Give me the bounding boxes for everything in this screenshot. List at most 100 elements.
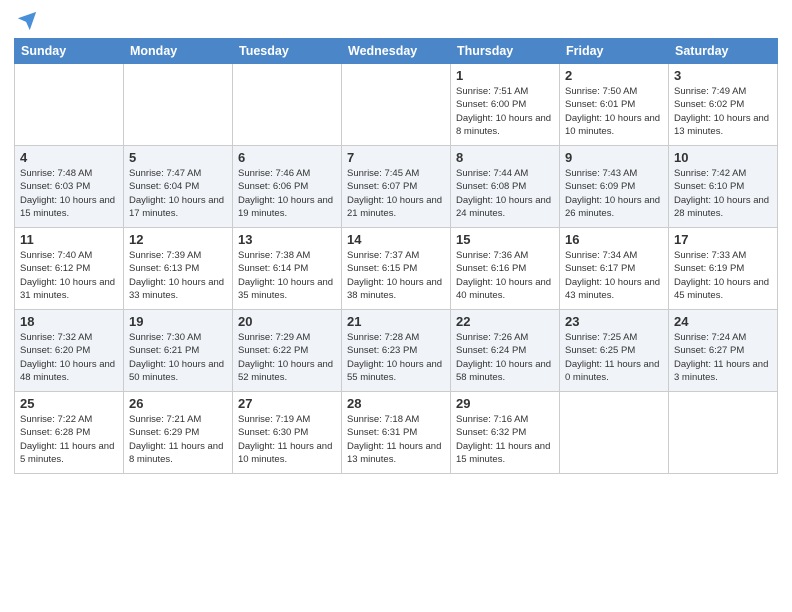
day-info: Sunrise: 7:46 AM Sunset: 6:06 PM Dayligh…	[238, 167, 336, 220]
day-header-thursday: Thursday	[451, 39, 560, 64]
day-header-wednesday: Wednesday	[342, 39, 451, 64]
day-info: Sunrise: 7:22 AM Sunset: 6:28 PM Dayligh…	[20, 413, 118, 466]
day-info: Sunrise: 7:37 AM Sunset: 6:15 PM Dayligh…	[347, 249, 445, 302]
calendar-cell: 7 Sunrise: 7:45 AM Sunset: 6:07 PM Daylig…	[342, 146, 451, 228]
calendar-cell: 2 Sunrise: 7:50 AM Sunset: 6:01 PM Daylig…	[560, 64, 669, 146]
day-header-friday: Friday	[560, 39, 669, 64]
calendar-cell: 4 Sunrise: 7:48 AM Sunset: 6:03 PM Daylig…	[15, 146, 124, 228]
day-info: Sunrise: 7:16 AM Sunset: 6:32 PM Dayligh…	[456, 413, 554, 466]
calendar-cell	[560, 392, 669, 474]
calendar-cell	[342, 64, 451, 146]
calendar-cell: 13 Sunrise: 7:38 AM Sunset: 6:14 PM Dayli…	[233, 228, 342, 310]
day-number: 25	[20, 396, 118, 411]
day-number: 15	[456, 232, 554, 247]
day-info: Sunrise: 7:50 AM Sunset: 6:01 PM Dayligh…	[565, 85, 663, 138]
day-info: Sunrise: 7:26 AM Sunset: 6:24 PM Dayligh…	[456, 331, 554, 384]
calendar-cell	[669, 392, 778, 474]
day-number: 29	[456, 396, 554, 411]
day-info: Sunrise: 7:33 AM Sunset: 6:19 PM Dayligh…	[674, 249, 772, 302]
calendar-table: SundayMondayTuesdayWednesdayThursdayFrid…	[14, 38, 778, 474]
day-info: Sunrise: 7:19 AM Sunset: 6:30 PM Dayligh…	[238, 413, 336, 466]
calendar-cell: 11 Sunrise: 7:40 AM Sunset: 6:12 PM Dayli…	[15, 228, 124, 310]
logo-bird-icon	[16, 10, 38, 32]
day-info: Sunrise: 7:38 AM Sunset: 6:14 PM Dayligh…	[238, 249, 336, 302]
day-number: 28	[347, 396, 445, 411]
page: SundayMondayTuesdayWednesdayThursdayFrid…	[0, 0, 792, 612]
day-number: 19	[129, 314, 227, 329]
day-header-monday: Monday	[124, 39, 233, 64]
day-number: 18	[20, 314, 118, 329]
day-header-tuesday: Tuesday	[233, 39, 342, 64]
day-number: 5	[129, 150, 227, 165]
day-info: Sunrise: 7:32 AM Sunset: 6:20 PM Dayligh…	[20, 331, 118, 384]
day-info: Sunrise: 7:39 AM Sunset: 6:13 PM Dayligh…	[129, 249, 227, 302]
day-number: 22	[456, 314, 554, 329]
day-info: Sunrise: 7:24 AM Sunset: 6:27 PM Dayligh…	[674, 331, 772, 384]
day-header-saturday: Saturday	[669, 39, 778, 64]
calendar-cell: 3 Sunrise: 7:49 AM Sunset: 6:02 PM Daylig…	[669, 64, 778, 146]
day-info: Sunrise: 7:29 AM Sunset: 6:22 PM Dayligh…	[238, 331, 336, 384]
day-number: 26	[129, 396, 227, 411]
day-number: 1	[456, 68, 554, 83]
week-row-3: 18 Sunrise: 7:32 AM Sunset: 6:20 PM Dayli…	[15, 310, 778, 392]
calendar-cell: 14 Sunrise: 7:37 AM Sunset: 6:15 PM Dayli…	[342, 228, 451, 310]
calendar-cell: 15 Sunrise: 7:36 AM Sunset: 6:16 PM Dayli…	[451, 228, 560, 310]
day-number: 2	[565, 68, 663, 83]
calendar-cell	[233, 64, 342, 146]
calendar-cell: 10Sunrise: 7:42 AM Sunset: 6:10 PM Dayli…	[669, 146, 778, 228]
day-info: Sunrise: 7:48 AM Sunset: 6:03 PM Dayligh…	[20, 167, 118, 220]
day-number: 10	[674, 150, 772, 165]
day-number: 9	[565, 150, 663, 165]
calendar-cell: 5 Sunrise: 7:47 AM Sunset: 6:04 PM Daylig…	[124, 146, 233, 228]
day-number: 11	[20, 232, 118, 247]
day-number: 7	[347, 150, 445, 165]
calendar-cell: 22 Sunrise: 7:26 AM Sunset: 6:24 PM Dayli…	[451, 310, 560, 392]
day-info: Sunrise: 7:30 AM Sunset: 6:21 PM Dayligh…	[129, 331, 227, 384]
calendar-cell: 19 Sunrise: 7:30 AM Sunset: 6:21 PM Dayli…	[124, 310, 233, 392]
week-row-2: 11 Sunrise: 7:40 AM Sunset: 6:12 PM Dayli…	[15, 228, 778, 310]
day-number: 21	[347, 314, 445, 329]
day-number: 12	[129, 232, 227, 247]
day-info: Sunrise: 7:25 AM Sunset: 6:25 PM Dayligh…	[565, 331, 663, 384]
day-info: Sunrise: 7:34 AM Sunset: 6:17 PM Dayligh…	[565, 249, 663, 302]
calendar-cell: 18 Sunrise: 7:32 AM Sunset: 6:20 PM Dayli…	[15, 310, 124, 392]
calendar-cell: 25 Sunrise: 7:22 AM Sunset: 6:28 PM Dayli…	[15, 392, 124, 474]
day-info: Sunrise: 7:51 AM Sunset: 6:00 PM Dayligh…	[456, 85, 554, 138]
logo-text	[14, 10, 38, 32]
calendar-cell: 21Sunrise: 7:28 AM Sunset: 6:23 PM Dayli…	[342, 310, 451, 392]
day-number: 4	[20, 150, 118, 165]
calendar-cell	[124, 64, 233, 146]
calendar-cell: 9Sunrise: 7:43 AM Sunset: 6:09 PM Daylig…	[560, 146, 669, 228]
day-info: Sunrise: 7:45 AM Sunset: 6:07 PM Dayligh…	[347, 167, 445, 220]
week-row-0: 1 Sunrise: 7:51 AM Sunset: 6:00 PM Daylig…	[15, 64, 778, 146]
calendar-cell: 28 Sunrise: 7:18 AM Sunset: 6:31 PM Dayli…	[342, 392, 451, 474]
day-info: Sunrise: 7:40 AM Sunset: 6:12 PM Dayligh…	[20, 249, 118, 302]
calendar-cell: 8 Sunrise: 7:44 AM Sunset: 6:08 PM Daylig…	[451, 146, 560, 228]
calendar-cell: 24Sunrise: 7:24 AM Sunset: 6:27 PM Dayli…	[669, 310, 778, 392]
day-info: Sunrise: 7:36 AM Sunset: 6:16 PM Dayligh…	[456, 249, 554, 302]
day-info: Sunrise: 7:44 AM Sunset: 6:08 PM Dayligh…	[456, 167, 554, 220]
calendar-cell: 1 Sunrise: 7:51 AM Sunset: 6:00 PM Daylig…	[451, 64, 560, 146]
day-info: Sunrise: 7:49 AM Sunset: 6:02 PM Dayligh…	[674, 85, 772, 138]
day-number: 3	[674, 68, 772, 83]
calendar-cell: 20 Sunrise: 7:29 AM Sunset: 6:22 PM Dayli…	[233, 310, 342, 392]
week-row-4: 25 Sunrise: 7:22 AM Sunset: 6:28 PM Dayli…	[15, 392, 778, 474]
day-number: 8	[456, 150, 554, 165]
calendar-cell: 27 Sunrise: 7:19 AM Sunset: 6:30 PM Dayli…	[233, 392, 342, 474]
calendar-cell: 16 Sunrise: 7:34 AM Sunset: 6:17 PM Dayli…	[560, 228, 669, 310]
day-number: 13	[238, 232, 336, 247]
calendar-cell: 29 Sunrise: 7:16 AM Sunset: 6:32 PM Dayli…	[451, 392, 560, 474]
day-info: Sunrise: 7:47 AM Sunset: 6:04 PM Dayligh…	[129, 167, 227, 220]
calendar-cell: 12 Sunrise: 7:39 AM Sunset: 6:13 PM Dayli…	[124, 228, 233, 310]
day-number: 27	[238, 396, 336, 411]
logo	[14, 10, 38, 32]
day-info: Sunrise: 7:18 AM Sunset: 6:31 PM Dayligh…	[347, 413, 445, 466]
day-number: 6	[238, 150, 336, 165]
calendar-cell: 17Sunrise: 7:33 AM Sunset: 6:19 PM Dayli…	[669, 228, 778, 310]
day-number: 16	[565, 232, 663, 247]
day-number: 23	[565, 314, 663, 329]
day-number: 20	[238, 314, 336, 329]
calendar-cell: 26 Sunrise: 7:21 AM Sunset: 6:29 PM Dayli…	[124, 392, 233, 474]
day-info: Sunrise: 7:21 AM Sunset: 6:29 PM Dayligh…	[129, 413, 227, 466]
day-number: 14	[347, 232, 445, 247]
